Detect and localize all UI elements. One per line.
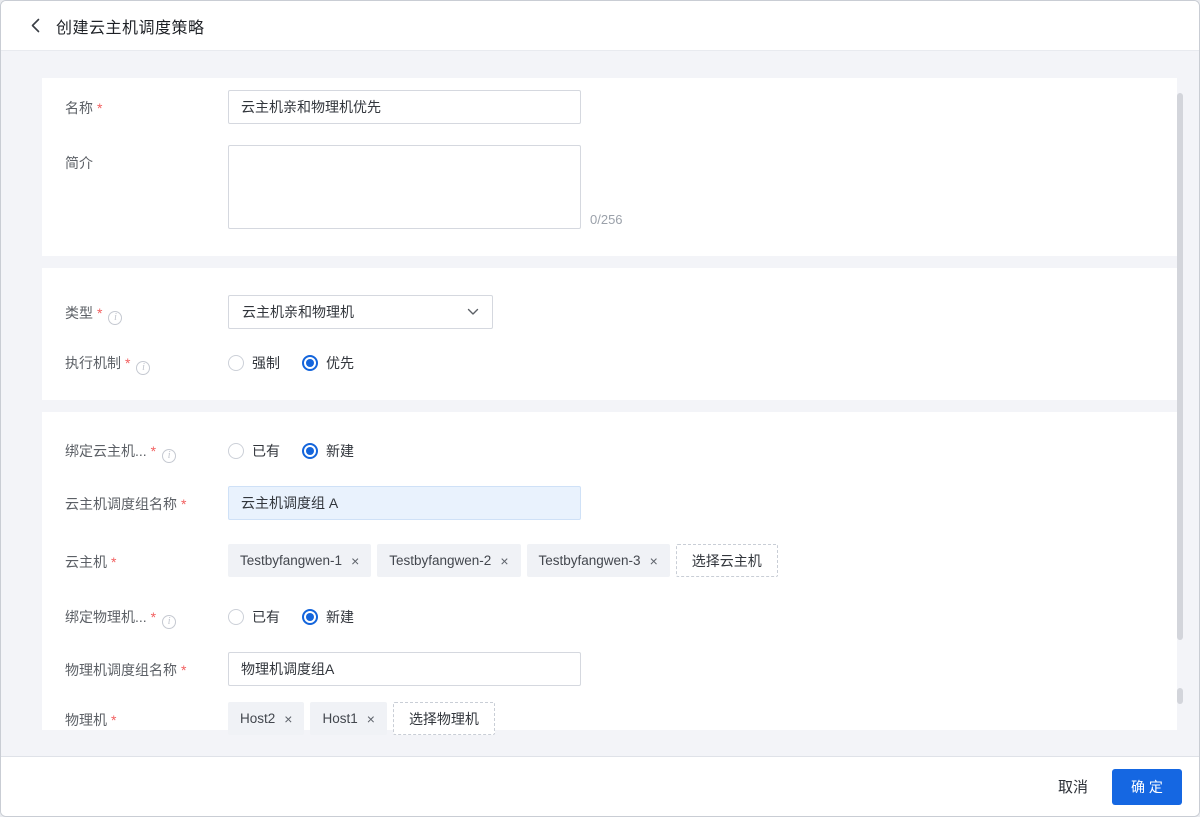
binding-card: 绑定云主机... * i 已有 新建 云主机调度组名称 * 云主机调度组 A 云… — [42, 412, 1177, 735]
confirm-button[interactable]: 确 定 — [1112, 768, 1182, 805]
required-asterisk: * — [125, 355, 131, 371]
vm-group-name-label: 云主机调度组名称 * — [65, 496, 187, 512]
page-title: 创建云主机调度策略 — [56, 19, 205, 37]
required-asterisk: * — [111, 712, 117, 728]
required-asterisk: * — [181, 496, 187, 512]
radio-unchecked-icon — [228, 443, 244, 459]
host-group-name-label: 物理机调度组名称 * — [65, 662, 187, 678]
description-label: 简介 — [65, 155, 93, 171]
radio-option-existing[interactable]: 已有 — [228, 441, 280, 461]
required-asterisk: * — [150, 609, 157, 625]
hosts-label: 物理机 * — [65, 712, 117, 728]
vm-group-bind-row: 绑定云主机... * i 已有 新建 — [42, 440, 1177, 463]
radio-option-create[interactable]: 新建 — [302, 441, 354, 461]
vm-group-name-row: 云主机调度组名称 * — [42, 486, 1177, 520]
host-group-bind-row: 绑定物理机... * i 已有 新建 — [42, 606, 1177, 629]
name-row: 名称 * — [42, 90, 1177, 124]
host-group-name-row: 物理机调度组名称 * — [42, 652, 1177, 686]
vertical-scrollbar-thumb-lower[interactable] — [1177, 688, 1183, 704]
page-header: 创建云主机调度策略 — [1, 1, 1199, 51]
host-tag: Host1 × — [310, 702, 387, 735]
vms-row: 云主机 * Testbyfangwen-1 × Testbyfangwen-2 ×… — [42, 544, 1177, 577]
vm-tag: Testbyfangwen-3 × — [526, 544, 670, 577]
required-asterisk: * — [181, 662, 187, 678]
host-tag: Host2 × — [228, 702, 305, 735]
vm-tag-list: Testbyfangwen-1 × Testbyfangwen-2 × Test… — [228, 544, 778, 577]
hosts-row: 物理机 * Host2 × Host1 × 选择物理机 — [42, 702, 1177, 735]
name-label: 名称 * — [65, 100, 103, 116]
mechanism-row: 执行机制 * i 强制 优先 — [42, 352, 1177, 375]
mechanism-label: 执行机制 * i — [42, 352, 228, 375]
remove-tag-icon[interactable]: × — [500, 554, 508, 568]
vm-tag: Testbyfangwen-1 × — [228, 544, 372, 577]
back-button[interactable] — [27, 14, 44, 37]
vm-tag: Testbyfangwen-2 × — [377, 544, 521, 577]
description-row: 简介 0/256 — [42, 145, 1177, 229]
required-asterisk: * — [150, 443, 157, 459]
radio-checked-icon — [302, 443, 318, 459]
host-tag-list: Host2 × Host1 × 选择物理机 — [228, 702, 495, 735]
type-row: 类型 * i 云主机亲和物理机 — [42, 295, 1177, 329]
info-circle-icon[interactable]: i — [136, 361, 151, 375]
radio-checked-icon — [302, 609, 318, 625]
remove-tag-icon[interactable]: × — [284, 712, 292, 726]
basic-info-card: 名称* 简介 0/256 — [42, 78, 1177, 256]
page-footer: 取消 确 定 — [1, 756, 1199, 816]
remove-tag-icon[interactable]: × — [650, 554, 658, 568]
vm-group-bind-radio-group: 已有 新建 — [228, 440, 376, 461]
chevron-left-icon — [31, 18, 40, 33]
cancel-button[interactable]: 取消 — [1046, 768, 1100, 805]
type-select[interactable]: 云主机亲和物理机 — [228, 295, 493, 329]
type-label: 类型 * i — [42, 295, 228, 325]
host-group-bind-radio-group: 已有 新建 — [228, 606, 376, 627]
vertical-scrollbar-thumb[interactable] — [1177, 93, 1183, 640]
info-circle-icon[interactable]: i — [108, 311, 123, 325]
host-group-bind-label: 绑定物理机... * i — [42, 606, 228, 629]
remove-tag-icon[interactable]: × — [351, 554, 359, 568]
char-counter: 0/256 — [590, 212, 623, 227]
create-vm-scheduling-policy-page: 创建云主机调度策略 名称* 简介 0/256 — [0, 0, 1200, 817]
radio-option-force[interactable]: 强制 — [228, 353, 280, 373]
radio-checked-icon — [302, 355, 318, 371]
radio-option-soft[interactable]: 优先 — [302, 353, 354, 373]
select-vm-button[interactable]: 选择云主机 — [675, 544, 778, 577]
vms-label: 云主机 * — [65, 554, 117, 570]
vm-group-bind-label: 绑定云主机... * i — [42, 440, 228, 463]
description-textarea[interactable] — [228, 145, 581, 229]
radio-option-existing[interactable]: 已有 — [228, 607, 280, 627]
select-host-button[interactable]: 选择物理机 — [392, 702, 495, 735]
host-group-name-input[interactable] — [228, 652, 581, 686]
chevron-down-icon — [467, 308, 479, 316]
info-circle-icon[interactable]: i — [162, 449, 177, 463]
type-select-value: 云主机亲和物理机 — [242, 304, 354, 320]
remove-tag-icon[interactable]: × — [367, 712, 375, 726]
info-circle-icon[interactable]: i — [162, 615, 177, 629]
description-field-wrap: 0/256 — [228, 145, 623, 229]
type-card: 类型 * i 云主机亲和物理机 执行机制 * i 强制 优先 — [42, 268, 1177, 400]
radio-unchecked-icon — [228, 355, 244, 371]
form-content: 名称* 简介 0/256 类型*i 云主机亲和物 — [1, 51, 1199, 756]
radio-unchecked-icon — [228, 609, 244, 625]
required-asterisk: * — [97, 305, 103, 321]
required-asterisk: * — [111, 554, 117, 570]
vm-group-name-input[interactable] — [228, 486, 581, 520]
mechanism-radio-group: 强制 优先 — [228, 352, 376, 373]
radio-option-create[interactable]: 新建 — [302, 607, 354, 627]
name-input[interactable] — [228, 90, 581, 124]
required-asterisk: * — [97, 100, 103, 116]
